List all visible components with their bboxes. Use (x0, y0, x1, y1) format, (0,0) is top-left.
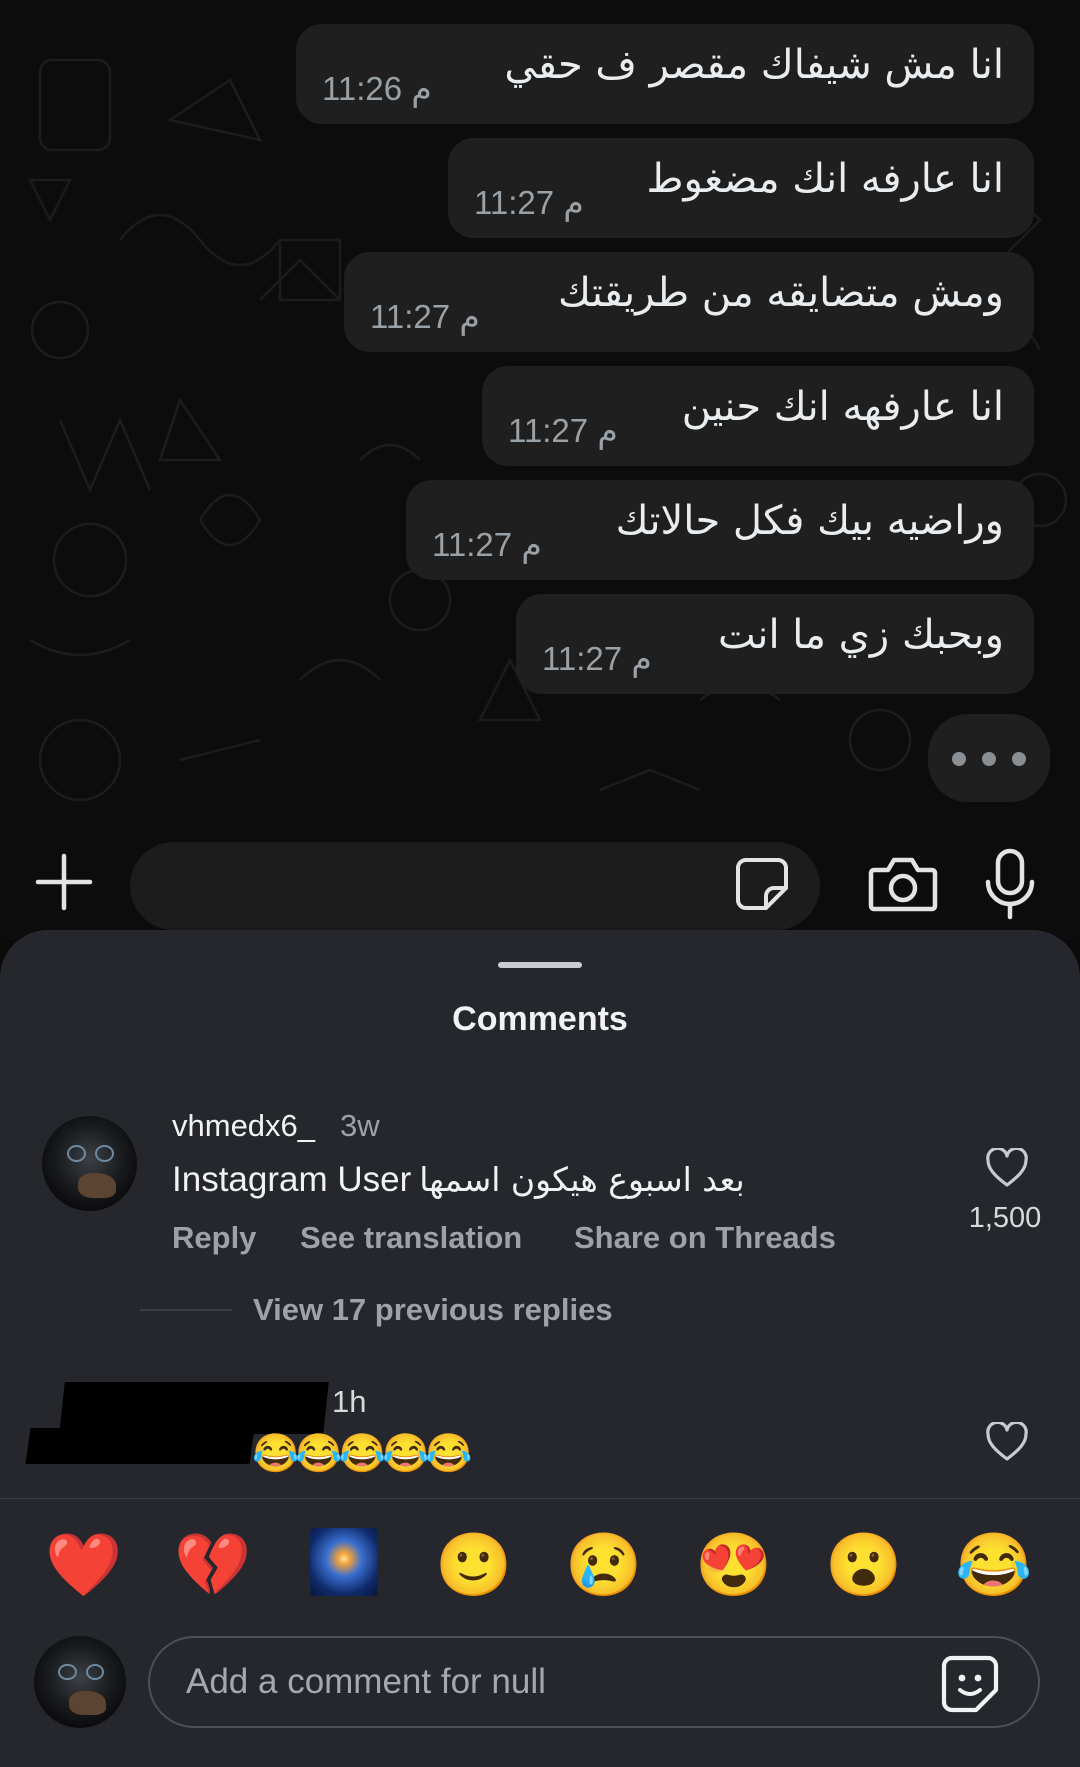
gif-sticker-icon[interactable] (940, 1654, 1000, 1714)
reaction-smile[interactable]: 🙂 (434, 1526, 514, 1606)
comment-body: بعد اسبوع هيكون اسمها (419, 1160, 745, 1199)
message-bubble[interactable]: انا عارفه انك مضغوط 11:27 م (448, 138, 1034, 238)
heart-icon[interactable] (985, 1422, 1029, 1462)
typing-dot (1012, 752, 1026, 766)
message-bubble[interactable]: انا عارفهه انك حنين 11:27 م (482, 366, 1034, 466)
comment-input-placeholder: Add a comment for null (186, 1662, 546, 1701)
message-text: انا مش شيفاك مقصر ف حقي (504, 42, 1004, 88)
comment-age: 3w (340, 1108, 380, 1143)
avatar-detail (78, 1173, 117, 1198)
message-input[interactable] (130, 842, 820, 930)
avatar-detail (66, 1144, 86, 1162)
message-bubble[interactable]: وراضيه بيك فكل حالاتك 11:27 م (406, 480, 1034, 580)
camera-icon[interactable] (868, 856, 938, 912)
message-bubble[interactable]: وبحبك زي ما انت 11:27 م (516, 594, 1034, 694)
avatar-detail (68, 1691, 106, 1716)
avatar-detail (85, 1663, 105, 1681)
reply-age: 1h (332, 1384, 367, 1419)
see-translation-button[interactable]: See translation (300, 1220, 522, 1256)
message-composer (0, 830, 1080, 940)
reaction-laughing[interactable]: 😂 (954, 1526, 1034, 1606)
view-previous-replies-button[interactable]: View 17 previous replies (253, 1292, 613, 1328)
reactions-divider (0, 1498, 1080, 1499)
comment-input[interactable]: Add a comment for null (148, 1636, 1040, 1728)
plus-icon[interactable] (34, 852, 94, 912)
comment-mention[interactable]: Instagram User (172, 1160, 411, 1199)
share-on-threads-button[interactable]: Share on Threads (574, 1220, 836, 1256)
chat-area: انا مش شيفاك مقصر ف حقي 11:26 م انا عارف… (0, 0, 1080, 830)
reply-button[interactable]: Reply (172, 1220, 256, 1256)
reaction-fireworks[interactable] (310, 1528, 378, 1596)
drag-handle[interactable] (498, 962, 582, 968)
like-count: 1,500 (968, 1202, 1042, 1234)
reaction-broken-heart[interactable]: 💔 (173, 1526, 253, 1606)
typing-indicator (928, 714, 1050, 802)
reaction-heart-eyes[interactable]: 😍 (694, 1526, 774, 1606)
message-time: 11:27 م (508, 412, 618, 449)
message-time: 11:27 م (432, 526, 542, 563)
reaction-sad[interactable]: 😢 (564, 1526, 644, 1606)
redacted-avatar (25, 1428, 255, 1464)
avatar[interactable] (42, 1116, 137, 1211)
avatar-detail (95, 1144, 115, 1162)
message-text: وراضيه بيك فكل حالاتك (615, 498, 1004, 544)
avatar-detail (57, 1663, 77, 1681)
message-text: ومش متضايقه من طريقتك (558, 270, 1004, 316)
redacted-username (59, 1382, 329, 1434)
heart-icon[interactable] (985, 1148, 1029, 1188)
sheet-title: Comments (452, 1000, 628, 1038)
reaction-surprised[interactable]: 😮 (824, 1526, 904, 1606)
message-time: 11:27 م (474, 184, 584, 221)
replies-divider-line (140, 1309, 232, 1311)
reaction-heart[interactable]: ❤️ (44, 1526, 124, 1606)
sticker-icon[interactable] (732, 854, 792, 914)
reply-text: 😂😂😂😂😂 (252, 1433, 473, 1475)
message-time: 11:27 م (542, 640, 652, 677)
message-bubble[interactable]: انا مش شيفاك مقصر ف حقي 11:26 م (296, 24, 1034, 124)
message-bubble[interactable]: ومش متضايقه من طريقتك 11:27 م (344, 252, 1034, 352)
message-text: وبحبك زي ما انت (718, 612, 1004, 658)
comment-text: Instagram User بعد اسبوع هيكون اسمها (172, 1160, 745, 1200)
message-time: 11:26 م (322, 70, 432, 107)
typing-dot (982, 752, 996, 766)
microphone-icon[interactable] (984, 848, 1036, 920)
message-text: انا عارفه انك مضغوط (646, 156, 1004, 202)
message-time: 11:27 م (370, 298, 480, 335)
typing-dot (952, 752, 966, 766)
comment-username[interactable]: vhmedx6_ (172, 1108, 315, 1144)
own-avatar[interactable] (34, 1636, 126, 1728)
message-text: انا عارفهه انك حنين (681, 384, 1004, 430)
